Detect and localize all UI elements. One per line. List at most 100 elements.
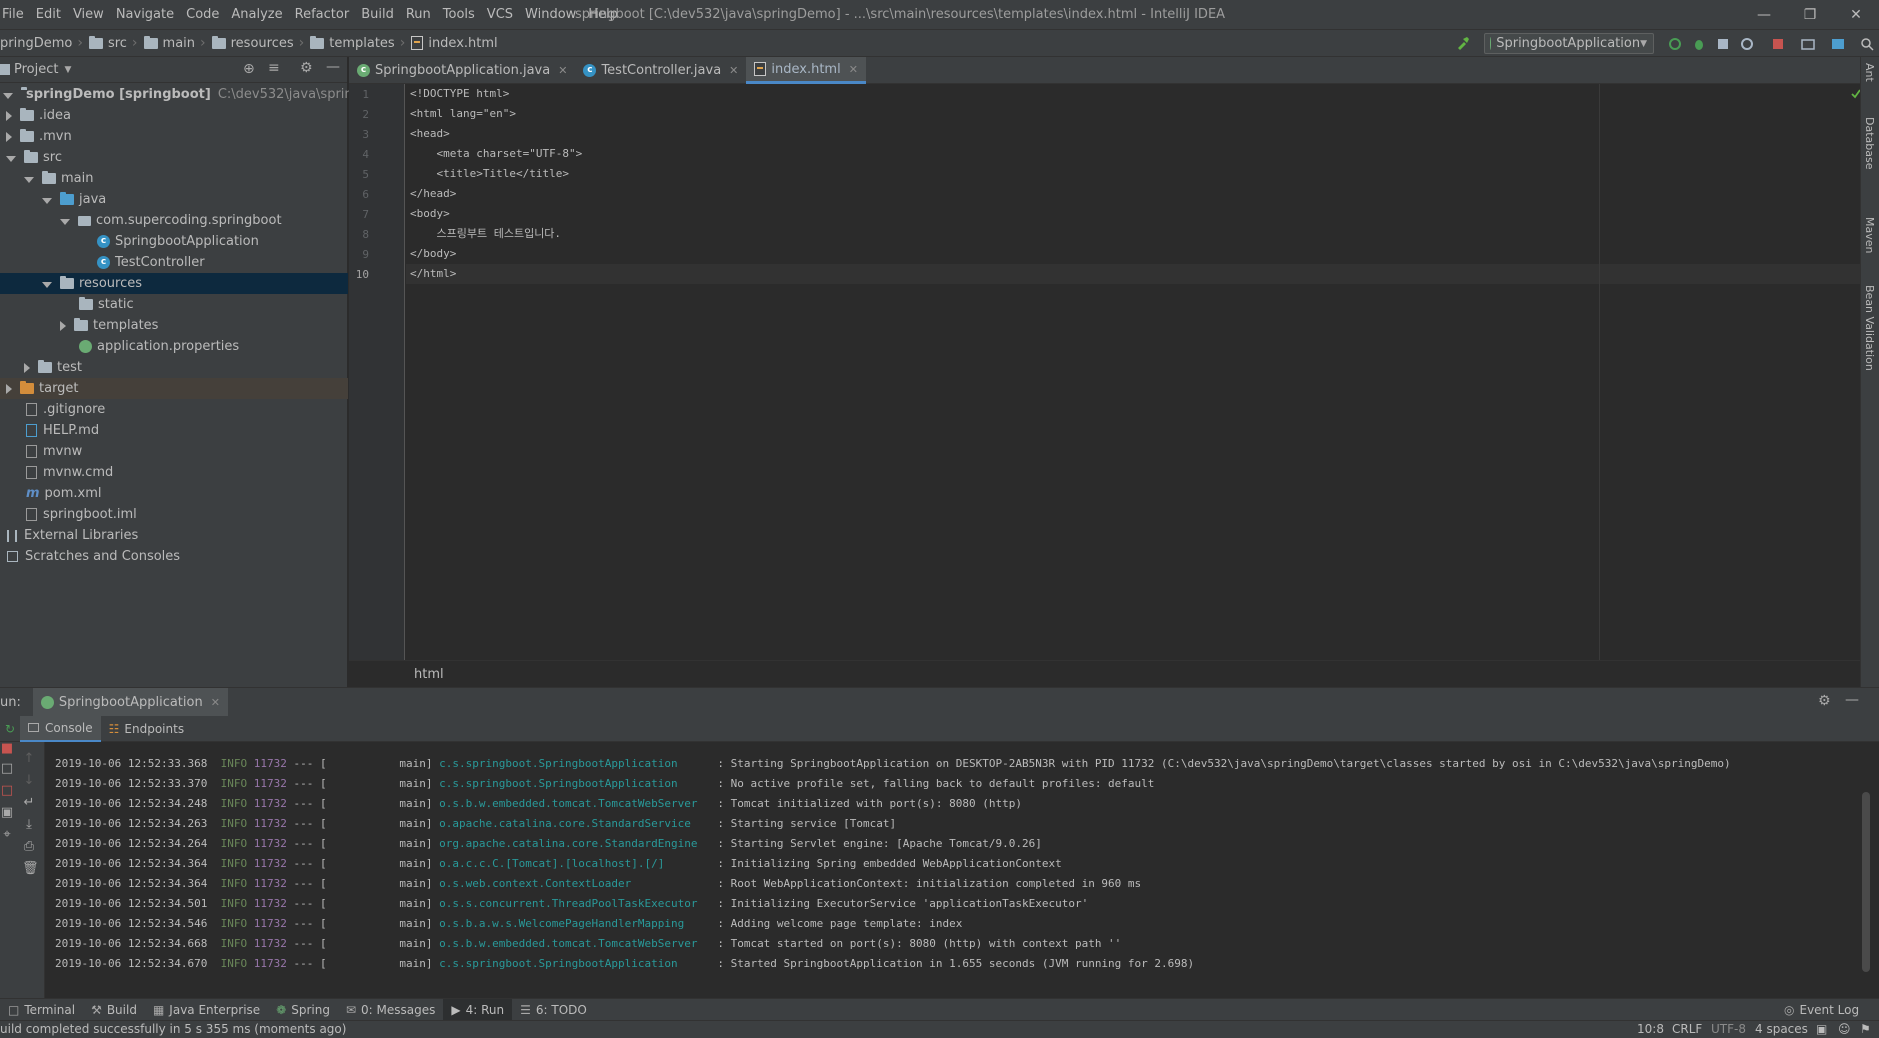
menu-window[interactable]: Window	[519, 7, 582, 22]
debug-icon[interactable]	[1692, 37, 1706, 51]
tree-item-main[interactable]: main	[0, 168, 348, 189]
menu-run[interactable]: Run	[400, 7, 437, 22]
indent-setting[interactable]: 4 spaces	[1755, 1022, 1808, 1036]
down-icon[interactable]: ↓	[22, 774, 36, 788]
tool-maven[interactable]: Maven	[1863, 217, 1876, 253]
menu-refactor[interactable]: Refactor	[289, 7, 356, 22]
tool-messages[interactable]: ✉ 0: Messages	[338, 999, 443, 1021]
breadcrumb-main[interactable]: main ›	[143, 35, 212, 51]
tree-item-resources[interactable]: resources	[0, 273, 348, 294]
locate-icon[interactable]: ⊕	[243, 61, 255, 77]
tool-run[interactable]: ▶ 4: Run	[443, 998, 513, 1021]
menu-code[interactable]: Code	[180, 7, 225, 22]
gear-icon[interactable]: ⚙	[300, 60, 313, 76]
tool-java-enterprise[interactable]: ▦ Java Enterprise	[145, 999, 268, 1021]
tab-springbootapplication[interactable]: c SpringbootApplication.java ✕	[349, 57, 575, 84]
menu-navigate[interactable]: Navigate	[110, 7, 180, 22]
tree-item-application-properties[interactable]: application.properties	[0, 336, 348, 357]
caret-position[interactable]: 10:8	[1637, 1022, 1664, 1036]
tree-item-mvnw[interactable]: mvnw	[0, 441, 348, 462]
layout-icon[interactable]	[1831, 37, 1845, 51]
close-window-button[interactable]: ✕	[1833, 0, 1879, 29]
close-tab-icon[interactable]: ✕	[558, 64, 567, 77]
editor-breadcrumb[interactable]: html	[349, 660, 1860, 687]
gear-icon[interactable]: ⚙	[1818, 693, 1831, 709]
tree-item-static[interactable]: static	[0, 294, 348, 315]
camera-icon[interactable]: ▣	[0, 806, 14, 820]
minimize-button[interactable]: —	[1741, 0, 1787, 29]
tab-testcontroller[interactable]: c TestController.java ✕	[575, 57, 746, 84]
project-panel-title[interactable]: Project	[14, 62, 58, 77]
tree-item-springdemo[interactable]: springDemo [springboot] C:\dev532\java\s…	[0, 84, 400, 105]
coverage-icon[interactable]	[1716, 37, 1730, 51]
close-tab-icon[interactable]: ✕	[729, 64, 738, 77]
breadcrumb-templates[interactable]: templates ›	[310, 35, 411, 51]
menu-build[interactable]: Build	[355, 7, 400, 22]
menu-edit[interactable]: Edit	[30, 7, 67, 22]
hide-icon[interactable]: —	[1845, 692, 1859, 708]
menu-tools[interactable]: Tools	[437, 7, 481, 22]
collapse-icon[interactable]: ≡	[268, 60, 280, 76]
search-icon[interactable]	[1860, 37, 1874, 51]
file-encoding[interactable]: UTF-8	[1711, 1022, 1746, 1036]
tree-item-templates[interactable]: templates	[0, 315, 348, 336]
tool-todo[interactable]: ☰ 6: TODO	[512, 999, 595, 1021]
tree-item-help-md[interactable]: HELP.md	[0, 420, 348, 441]
close-tab-icon[interactable]: ✕	[211, 696, 220, 709]
run-config-tab[interactable]: SpringbootApplication ✕	[32, 688, 228, 716]
tree-item-testcontroller[interactable]: c TestController	[0, 252, 348, 273]
tree-item-gitignore[interactable]: .gitignore	[0, 399, 348, 420]
tab-console[interactable]: Console	[20, 715, 101, 742]
build-hammer-icon[interactable]	[1456, 36, 1470, 50]
code-editor[interactable]: 1 2 3 4 5 6 7 8 9 10 <!DOCTYPE html> <ht…	[349, 84, 1861, 660]
close-tab-icon[interactable]: ✕	[849, 63, 858, 76]
tool-database[interactable]: Database	[1863, 117, 1876, 170]
tool-terminal[interactable]: □ Terminal	[0, 999, 83, 1021]
hide-icon[interactable]: —	[326, 59, 340, 75]
scroll-to-end-icon[interactable]: ⤓	[22, 818, 36, 832]
tool-spring[interactable]: ❁ Spring	[268, 999, 338, 1021]
tree-item-springbootapplication[interactable]: c SpringbootApplication	[0, 231, 348, 252]
tool-build[interactable]: ⚒ Build	[83, 999, 145, 1021]
notifications-icon[interactable]: ⚑	[1860, 1022, 1871, 1036]
line-separator[interactable]: CRLF	[1672, 1022, 1702, 1036]
pin-icon[interactable]: ⌖	[0, 828, 14, 842]
rerun-icon[interactable]	[1668, 37, 1682, 51]
tree-item-mvnw-cmd[interactable]: mvnw.cmd	[0, 462, 348, 483]
tree-item-target[interactable]: target	[0, 378, 348, 399]
tab-endpoints[interactable]: ☷ Endpoints	[101, 716, 192, 742]
tool-ant[interactable]: Ant	[1863, 63, 1876, 82]
menu-file[interactable]: File	[0, 7, 30, 22]
soft-wrap-icon[interactable]: ↵	[22, 796, 36, 810]
project-structure-icon[interactable]	[1801, 37, 1815, 51]
tab-index-html[interactable]: index.html ✕	[746, 57, 866, 84]
tool-event-log[interactable]: ◎ Event Log	[1776, 999, 1867, 1021]
up-icon[interactable]: ↑	[22, 752, 36, 766]
tool-bean-validation[interactable]: Bean Validation	[1863, 285, 1876, 371]
stop-icon[interactable]: ■	[0, 742, 14, 756]
tree-item-package[interactable]: com.supercoding.springboot	[0, 210, 348, 231]
chevron-down-icon[interactable]: ▼	[64, 65, 71, 75]
print-icon[interactable]: ⎙	[22, 840, 36, 854]
breadcrumb-resources[interactable]: resources ›	[211, 35, 311, 51]
exit-icon[interactable]: □	[0, 784, 14, 798]
profile-icon[interactable]	[1740, 37, 1754, 51]
breadcrumb-src[interactable]: src ›	[88, 35, 144, 51]
tree-item-mvn[interactable]: .mvn	[0, 126, 348, 147]
tree-item-src[interactable]: src	[0, 147, 348, 168]
lock-icon[interactable]: ▣	[1816, 1022, 1827, 1036]
run-configuration-select[interactable]: SpringbootApplication ▼	[1484, 33, 1654, 54]
console-scrollbar[interactable]	[1862, 792, 1870, 972]
tree-item-idea[interactable]: .idea	[0, 105, 348, 126]
restore-layout-icon[interactable]: □	[0, 762, 14, 776]
tree-item-external-libraries[interactable]: External Libraries	[0, 525, 348, 546]
breadcrumb-project[interactable]: pringDemo ›	[0, 35, 89, 51]
tree-item-pom-xml[interactable]: m pom.xml	[0, 483, 348, 504]
tree-item-java[interactable]: java	[0, 189, 348, 210]
status-message[interactable]: uild completed successfully in 5 s 355 m…	[0, 1022, 346, 1036]
tree-item-springboot-iml[interactable]: springboot.iml	[0, 504, 348, 525]
rerun-icon[interactable]: ↻	[0, 722, 20, 736]
menu-vcs[interactable]: VCS	[481, 7, 519, 22]
menu-analyze[interactable]: Analyze	[225, 7, 288, 22]
breadcrumb-file[interactable]: index.html	[411, 36, 498, 51]
